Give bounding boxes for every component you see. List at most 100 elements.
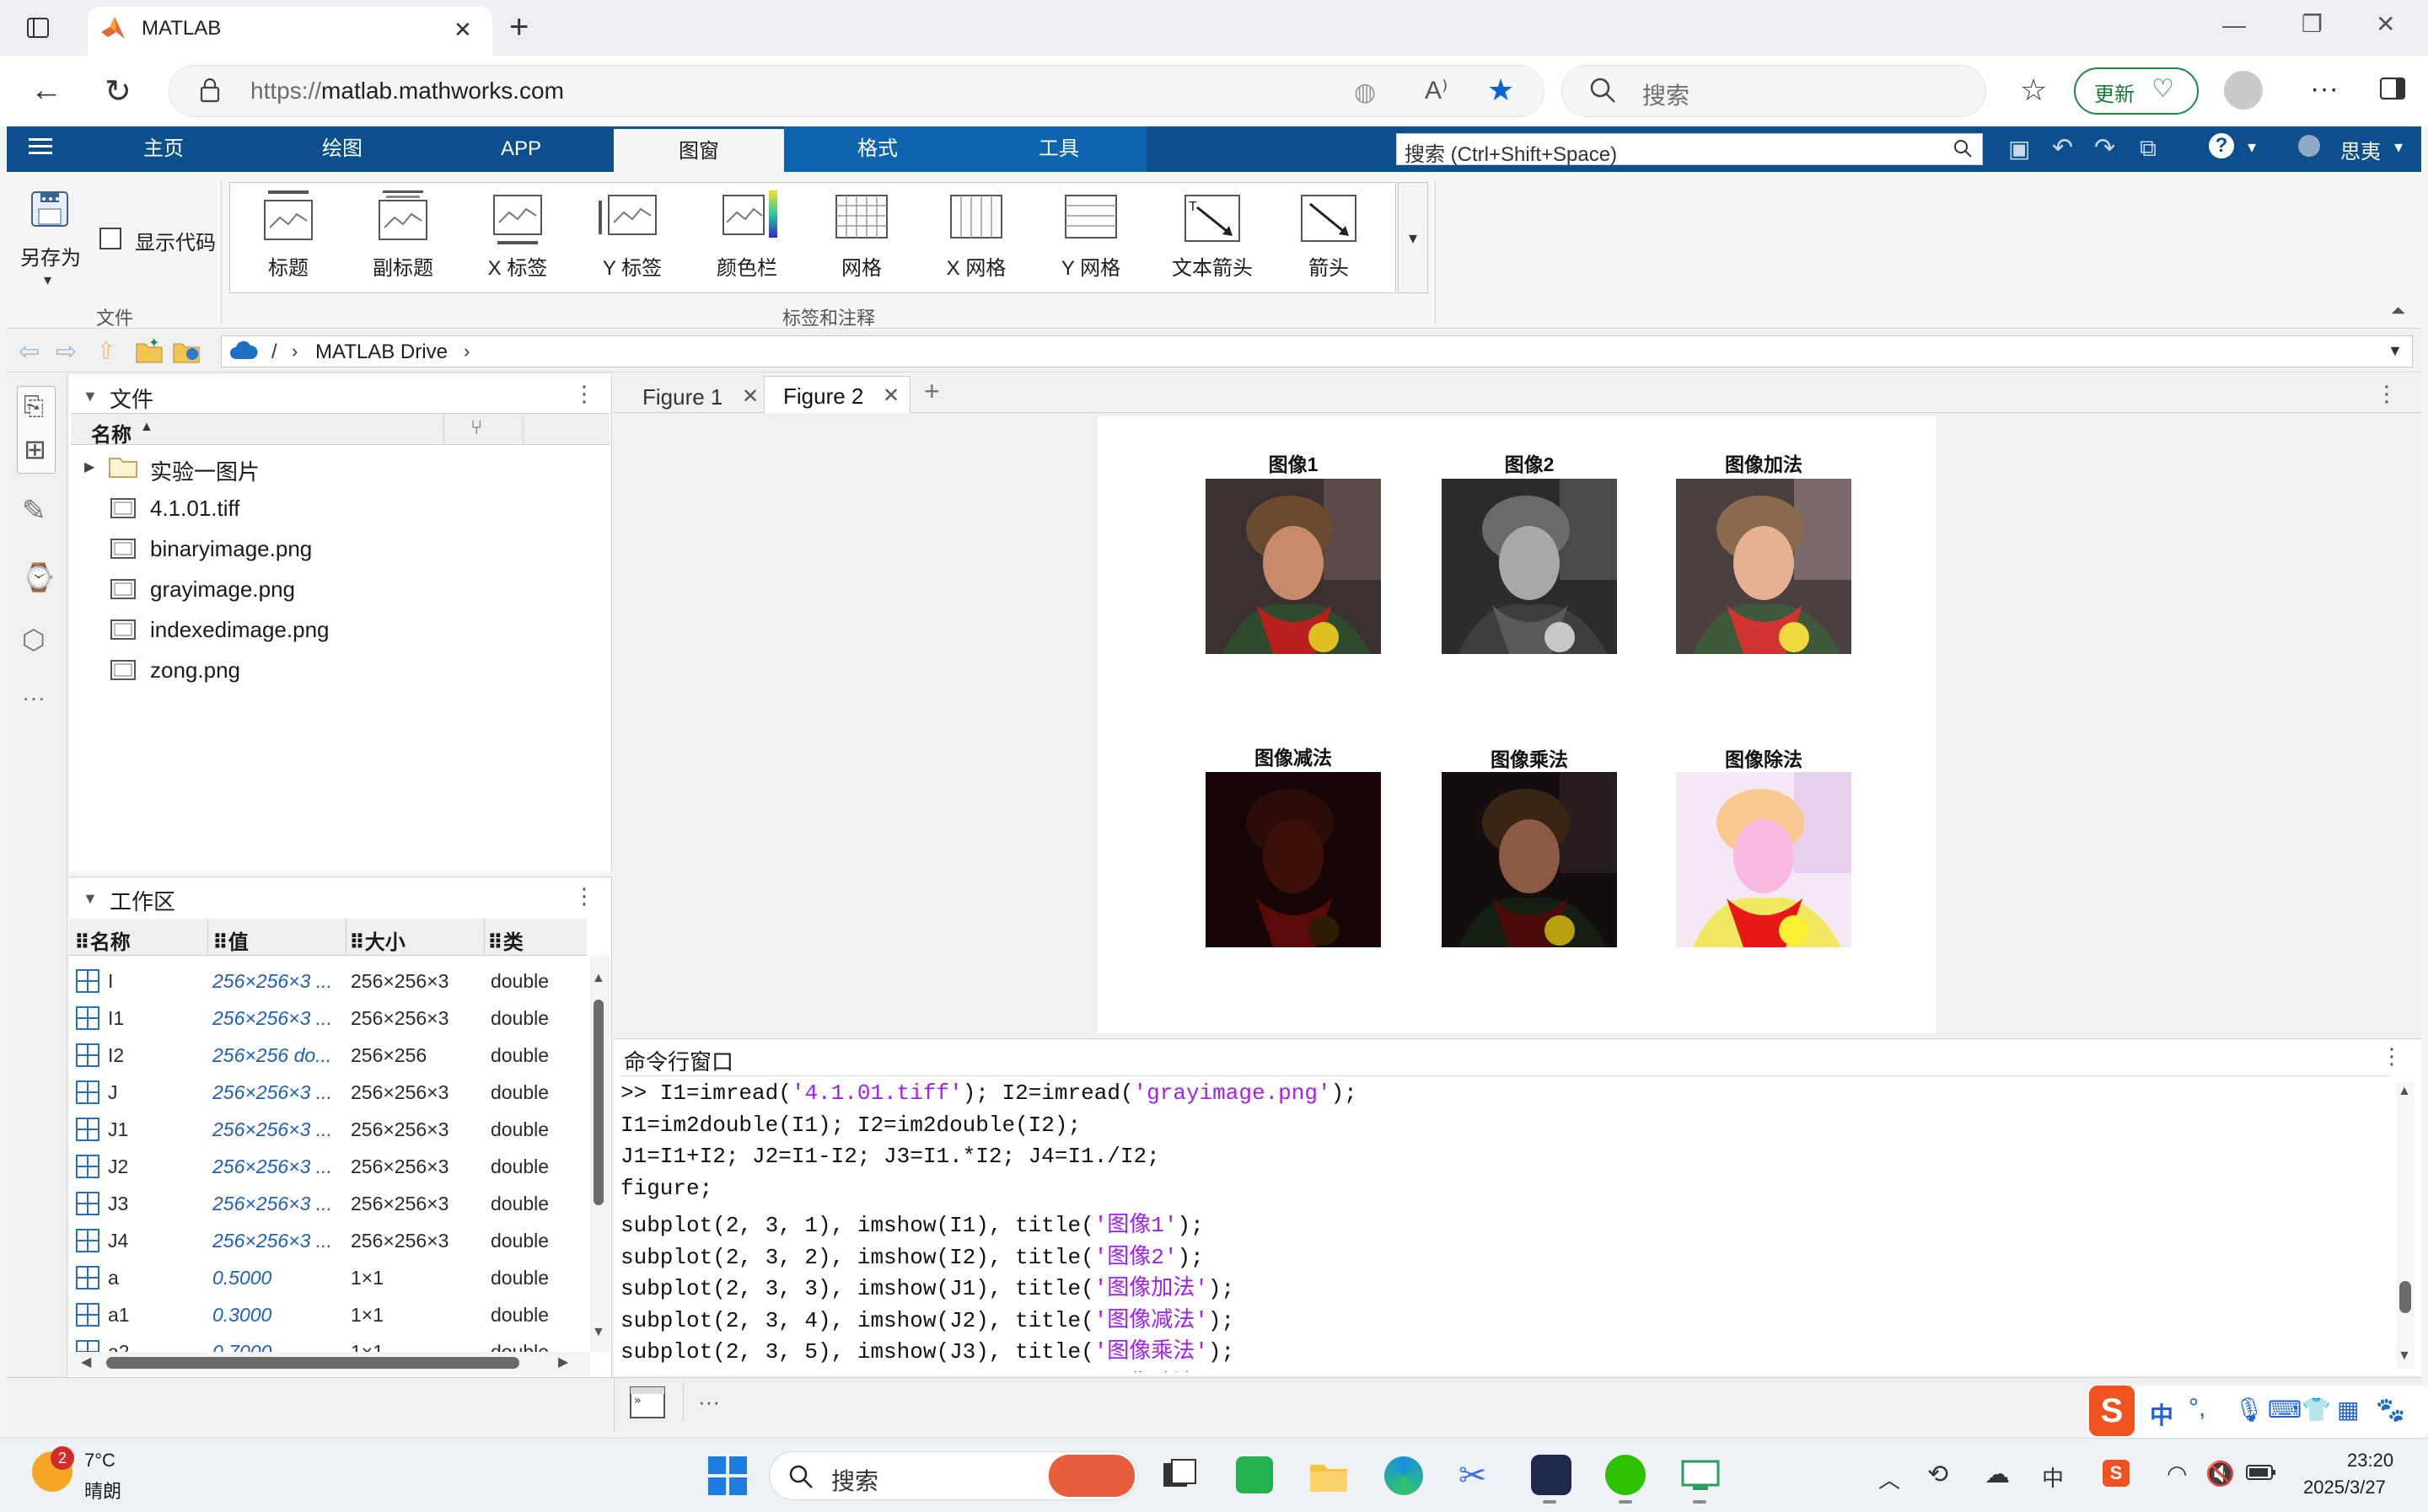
file-item[interactable]: grayimage.png: [150, 576, 295, 603]
volume-muted-icon[interactable]: 🔇: [2205, 1460, 2235, 1488]
profile-avatar[interactable]: [2224, 71, 2263, 110]
gallery-arrow[interactable]: 箭头: [1276, 187, 1381, 288]
redo-icon[interactable]: ↷: [2094, 133, 2115, 163]
wechat-icon[interactable]: [1605, 1455, 1646, 1495]
battery-icon[interactable]: [2246, 1463, 2276, 1482]
table-row[interactable]: J4 256×256×3 ... 256×256×3 double: [69, 1222, 587, 1259]
command-window-menu-icon[interactable]: ⋮: [2381, 1043, 2403, 1070]
weather-desc[interactable]: 晴朗: [84, 1477, 121, 1504]
figure-tab-2[interactable]: Figure 2 ✕: [764, 376, 910, 415]
help-dropdown-icon[interactable]: ▾: [2248, 137, 2256, 158]
tracking-prevention-icon[interactable]: ◍: [1354, 78, 1376, 107]
table-row[interactable]: I2 256×256 do... 256×256 double: [69, 1037, 587, 1074]
file-item[interactable]: 4.1.01.tiff: [150, 496, 240, 522]
file-item[interactable]: 实验一图片: [150, 455, 260, 486]
command-history-icon[interactable]: ⌚: [22, 561, 56, 593]
table-row[interactable]: J2 256×256×3 ... 256×256×3 double: [69, 1148, 587, 1185]
file-item[interactable]: zong.png: [150, 657, 240, 684]
collapse-ribbon-icon[interactable]: ⏶: [2391, 300, 2406, 322]
save-as-icon[interactable]: [29, 187, 71, 231]
workspace-collapse-icon[interactable]: ▼: [83, 890, 98, 908]
ws-col-class[interactable]: ⠿类: [487, 925, 524, 955]
subplot-image-divide[interactable]: [1676, 772, 1851, 947]
vs-app-icon[interactable]: [1531, 1455, 1571, 1495]
figure-menu-icon[interactable]: ⋮: [2376, 381, 2398, 407]
new-tab-icon[interactable]: +: [509, 8, 529, 46]
user-name[interactable]: 思夷: [2340, 135, 2381, 164]
undo-icon[interactable]: ↶: [2052, 133, 2073, 163]
update-button[interactable]: [2074, 67, 2199, 115]
minimize-icon[interactable]: —: [2222, 12, 2246, 39]
path-chevron-icon[interactable]: ›: [292, 340, 298, 362]
command-vscroll-thumb[interactable]: [2399, 1281, 2411, 1313]
ws-col-size[interactable]: ⠿大小: [349, 925, 406, 955]
tab-plots[interactable]: 绘图: [283, 126, 401, 172]
help-icon[interactable]: ?: [2209, 133, 2234, 158]
files-panel-menu-icon[interactable]: ⋮: [573, 381, 595, 407]
back-icon[interactable]: ←: [30, 72, 62, 109]
ime-indicator[interactable]: 中: [2042, 1461, 2064, 1493]
figure-tab-1[interactable]: Figure 1 ✕: [624, 376, 764, 415]
close-tab-icon[interactable]: ✕: [883, 383, 900, 408]
sogou-logo-icon[interactable]: S: [2089, 1386, 2135, 1436]
matlab-search-icon[interactable]: [1953, 138, 1973, 160]
close-window-icon[interactable]: ✕: [2376, 10, 2395, 38]
clock-time[interactable]: 23:20: [2347, 1450, 2393, 1472]
workspace-hscroll-thumb[interactable]: [106, 1357, 519, 1369]
close-tab-icon[interactable]: ✕: [742, 384, 759, 409]
table-row[interactable]: a 0.5000 1×1 double: [69, 1259, 587, 1296]
path-chevron-icon[interactable]: ›: [464, 340, 470, 362]
gallery-subtitle[interactable]: 副标题: [351, 187, 455, 288]
rail-more-icon[interactable]: ···: [22, 684, 46, 711]
table-row[interactable]: J1 256×256×3 ... 256×256×3 double: [69, 1111, 587, 1148]
refresh-icon[interactable]: ↻: [105, 72, 132, 110]
forward-folder-icon[interactable]: ⇨: [56, 337, 77, 367]
add-ons-icon[interactable]: ⬡: [22, 624, 46, 656]
file-item[interactable]: binaryimage.png: [150, 536, 312, 562]
ime-punct-icon[interactable]: °,: [2189, 1394, 2205, 1423]
save-as-label[interactable]: 另存为: [17, 241, 84, 271]
editor-panel-icon[interactable]: ✎: [22, 494, 46, 528]
wechat-work-icon[interactable]: [1236, 1456, 1273, 1493]
subplot-image-gray[interactable]: [1442, 479, 1617, 654]
command-prompt-icon[interactable]: »: [629, 1386, 666, 1419]
sort-ascending-icon[interactable]: ▲: [140, 420, 153, 435]
task-view-icon[interactable]: [1160, 1458, 1197, 1492]
tab-close-icon[interactable]: ✕: [454, 17, 472, 43]
ime-tools-icon[interactable]: ▦: [2337, 1396, 2359, 1424]
folder-expand-icon[interactable]: ▶: [84, 458, 94, 475]
clock-date[interactable]: 2025/3/27: [2303, 1477, 2386, 1499]
tray-overflow-icon[interactable]: ︿: [1878, 1463, 1900, 1494]
tab-home[interactable]: 主页: [105, 126, 223, 172]
subplot-image-add[interactable]: [1676, 479, 1851, 654]
gallery-xlabel[interactable]: X 标签: [465, 187, 570, 288]
start-windows-icon[interactable]: [708, 1456, 747, 1495]
switch-windows-icon[interactable]: ⧉: [2140, 135, 2157, 163]
restore-icon[interactable]: ❐: [2302, 10, 2323, 38]
table-row[interactable]: a1 0.3000 1×1 double: [69, 1296, 587, 1333]
gallery-expand-icon[interactable]: ▾: [1398, 182, 1428, 293]
scroll-down-icon[interactable]: ▼: [592, 1325, 605, 1340]
search-highlight-icon[interactable]: [1049, 1455, 1135, 1497]
lock-icon[interactable]: [199, 78, 221, 103]
subplot-image-original[interactable]: [1206, 479, 1381, 654]
url-text[interactable]: https://matlab.mathworks.com: [250, 78, 564, 105]
wifi-icon[interactable]: ◠: [2167, 1460, 2187, 1488]
favorites-icon[interactable]: ☆: [2020, 72, 2047, 108]
workspace-panel-icon[interactable]: ⊞: [24, 433, 46, 465]
path-dropdown-icon[interactable]: ▼: [2388, 342, 2403, 360]
scroll-left-icon[interactable]: ◀: [81, 1354, 91, 1370]
sync-icon[interactable]: ⟲: [1927, 1460, 1948, 1489]
tab-actions-icon[interactable]: [25, 15, 51, 40]
remote-desktop-icon[interactable]: [1681, 1458, 1720, 1492]
gallery-colorbar[interactable]: 颜色栏: [695, 187, 799, 288]
gallery-ylabel[interactable]: Y 标签: [580, 187, 685, 288]
ime-voice-icon[interactable]: 🎙: [2234, 1396, 2264, 1424]
show-code-checkbox[interactable]: [99, 228, 121, 249]
table-row[interactable]: I1 256×256×3 ... 256×256×3 double: [69, 1000, 587, 1037]
scroll-up-icon[interactable]: ▲: [2398, 1084, 2411, 1099]
tab-tools[interactable]: 工具: [971, 126, 1147, 172]
tab-format[interactable]: 格式: [784, 126, 971, 172]
edge-icon[interactable]: [1384, 1456, 1423, 1495]
notification-icon[interactable]: [2298, 135, 2320, 157]
